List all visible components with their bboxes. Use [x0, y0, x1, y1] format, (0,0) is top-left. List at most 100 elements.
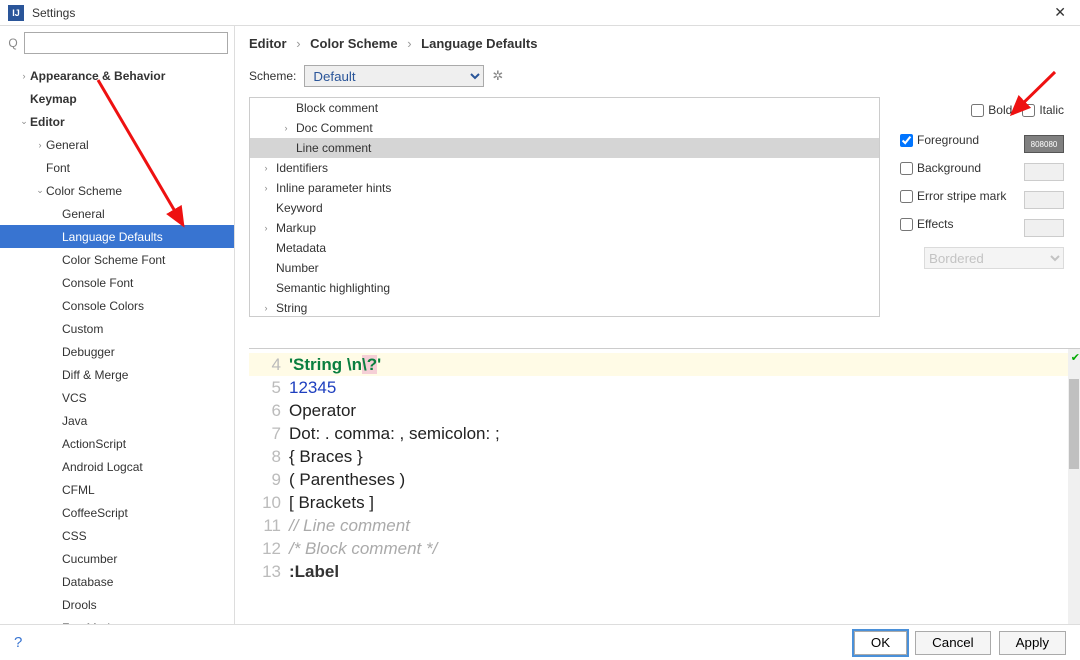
foreground-swatch[interactable]: 808080: [1024, 135, 1064, 153]
effects-swatch[interactable]: [1024, 219, 1064, 237]
tree-item[interactable]: ActionScript: [0, 432, 234, 455]
tree-item-label: Debugger: [62, 345, 115, 359]
tree-item-label: CFML: [62, 483, 95, 497]
attribute-label: Inline parameter hints: [272, 181, 391, 195]
tree-item[interactable]: Console Font: [0, 271, 234, 294]
tree-item-label: CoffeeScript: [62, 506, 128, 520]
close-icon[interactable]: ✕: [1048, 4, 1072, 21]
chevron-icon: ›: [260, 163, 272, 173]
tree-item[interactable]: General: [0, 202, 234, 225]
foreground-checkbox[interactable]: Foreground: [900, 133, 979, 147]
attribute-label: Semantic highlighting: [272, 281, 390, 295]
tree-item[interactable]: Android Logcat: [0, 455, 234, 478]
tree-item-label: Console Font: [62, 276, 133, 290]
content-pane: Editor › Color Scheme › Language Default…: [235, 26, 1080, 624]
attribute-row[interactable]: Keyword: [250, 198, 879, 218]
chevron-icon: ›: [280, 123, 292, 133]
tree-item[interactable]: ›General: [0, 133, 234, 156]
attribute-row[interactable]: Semantic highlighting: [250, 278, 879, 298]
tree-item[interactable]: FreeMarker: [0, 616, 234, 624]
preview-scrollbar[interactable]: ✔: [1068, 349, 1080, 624]
tree-item-label: Color Scheme: [46, 184, 122, 198]
gear-icon[interactable]: ✲: [492, 68, 503, 84]
code-preview[interactable]: 4'String \n\?' 512345 6Operator 7Dot: . …: [249, 349, 1080, 587]
stripe-checkbox[interactable]: Error stripe mark: [900, 189, 1006, 203]
tree-item[interactable]: Cucumber: [0, 547, 234, 570]
italic-checkbox[interactable]: Italic: [1022, 103, 1064, 117]
background-checkbox[interactable]: Background: [900, 161, 981, 175]
breadcrumb-color-scheme[interactable]: Color Scheme: [310, 36, 397, 51]
tree-item[interactable]: Font: [0, 156, 234, 179]
style-options: Bold Italic Foreground 808080 Background…: [880, 97, 1080, 344]
tree-item-label: Editor: [30, 115, 65, 129]
ok-button[interactable]: OK: [854, 631, 907, 655]
warning-tick-icon: ✔: [1071, 351, 1080, 364]
line-number: 12: [249, 537, 289, 560]
breadcrumb-editor[interactable]: Editor: [249, 36, 287, 51]
effects-checkbox[interactable]: Effects: [900, 217, 953, 231]
attribute-list[interactable]: Block comment›Doc CommentLine comment›Id…: [249, 97, 880, 317]
tree-item[interactable]: Diff & Merge: [0, 363, 234, 386]
attribute-row[interactable]: Line comment: [250, 138, 879, 158]
attribute-row[interactable]: ›Markup: [250, 218, 879, 238]
scrollbar-thumb[interactable]: [1069, 379, 1079, 469]
app-icon: IJ: [8, 5, 24, 21]
attribute-row[interactable]: ›Doc Comment: [250, 118, 879, 138]
tree-item[interactable]: Console Colors: [0, 294, 234, 317]
line-number: 6: [249, 399, 289, 422]
chevron-icon: ›: [260, 223, 272, 233]
tree-item[interactable]: ›Appearance & Behavior: [0, 64, 234, 87]
help-icon[interactable]: ?: [14, 634, 22, 651]
bold-checkbox[interactable]: Bold: [971, 103, 1012, 117]
apply-button[interactable]: Apply: [999, 631, 1066, 655]
attribute-label: Number: [272, 261, 319, 275]
tree-item[interactable]: ⌄Color Scheme: [0, 179, 234, 202]
attribute-label: Markup: [272, 221, 316, 235]
effects-type-select: Bordered: [924, 247, 1064, 269]
tree-item[interactable]: Debugger: [0, 340, 234, 363]
tree-item[interactable]: CSS: [0, 524, 234, 547]
attribute-row[interactable]: Block comment: [250, 98, 879, 118]
tree-item-label: Java: [62, 414, 87, 428]
background-swatch[interactable]: [1024, 163, 1064, 181]
middle-pane: Block comment›Doc CommentLine comment›Id…: [235, 97, 1080, 344]
search-input[interactable]: [24, 32, 228, 54]
cancel-button[interactable]: Cancel: [915, 631, 991, 655]
tree-item[interactable]: Drools: [0, 593, 234, 616]
attribute-row[interactable]: ›Inline parameter hints: [250, 178, 879, 198]
stripe-swatch[interactable]: [1024, 191, 1064, 209]
main-area: Q ›Appearance & BehaviorKeymap⌄Editor›Ge…: [0, 26, 1080, 624]
attribute-row[interactable]: Metadata: [250, 238, 879, 258]
chevron-icon: ›: [260, 303, 272, 313]
tree-item[interactable]: ⌄Editor: [0, 110, 234, 133]
chevron-icon: ⌄: [34, 185, 46, 196]
attribute-row[interactable]: Number: [250, 258, 879, 278]
tree-item[interactable]: CFML: [0, 478, 234, 501]
tree-item[interactable]: Custom: [0, 317, 234, 340]
tree-item-label: General: [62, 207, 105, 221]
tree-item[interactable]: VCS: [0, 386, 234, 409]
tree-item-label: Language Defaults: [62, 230, 163, 244]
tree-item[interactable]: Keymap: [0, 87, 234, 110]
tree-item[interactable]: Java: [0, 409, 234, 432]
chevron-icon: ›: [18, 71, 30, 81]
tree-item[interactable]: Color Scheme Font: [0, 248, 234, 271]
tree-item[interactable]: Language Defaults: [0, 225, 234, 248]
attribute-label: Block comment: [292, 101, 378, 115]
attribute-label: Doc Comment: [292, 121, 373, 135]
breadcrumb-language-defaults: Language Defaults: [421, 36, 537, 51]
window-title: Settings: [32, 6, 1048, 20]
line-number: 8: [249, 445, 289, 468]
breadcrumb: Editor › Color Scheme › Language Default…: [235, 26, 1080, 61]
attribute-label: Line comment: [292, 141, 371, 155]
attribute-row[interactable]: ›Identifiers: [250, 158, 879, 178]
tree-item-label: Appearance & Behavior: [30, 69, 165, 83]
tree-item-label: FreeMarker: [62, 621, 124, 625]
tree-item-label: Database: [62, 575, 113, 589]
settings-tree[interactable]: ›Appearance & BehaviorKeymap⌄Editor›Gene…: [0, 60, 234, 624]
tree-item[interactable]: Database: [0, 570, 234, 593]
scheme-select[interactable]: Default: [304, 65, 484, 87]
tree-item-label: Cucumber: [62, 552, 117, 566]
attribute-row[interactable]: ›String: [250, 298, 879, 317]
tree-item[interactable]: CoffeeScript: [0, 501, 234, 524]
